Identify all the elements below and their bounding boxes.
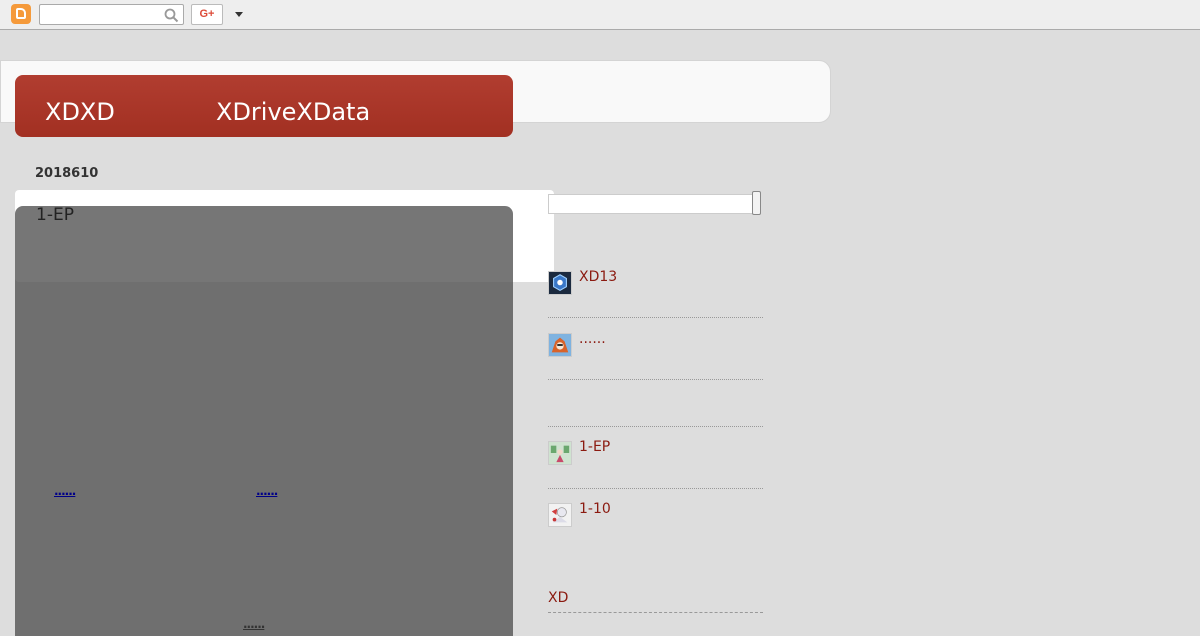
sidebar-section-heading: XD <box>548 590 569 606</box>
hexagon-thumb-icon[interactable] <box>548 271 572 295</box>
character-thumb-icon[interactable] <box>548 333 572 357</box>
post-date: 2018610 <box>35 166 99 181</box>
sidebar-search[interactable] <box>548 194 760 216</box>
google-plus-button[interactable]: G+ <box>191 4 223 25</box>
divider <box>548 488 763 489</box>
sidebar-item-label[interactable]: ...... <box>579 331 606 347</box>
top-navbar: G+ <box>0 0 1200 30</box>
divider <box>548 426 763 427</box>
blogger-icon[interactable] <box>11 4 31 24</box>
navbar-search[interactable] <box>39 4 184 25</box>
post-title[interactable]: 1-EP <box>36 205 74 225</box>
sidebar-search-input[interactable] <box>549 197 759 216</box>
chevron-down-icon[interactable] <box>235 12 243 17</box>
search-icon[interactable] <box>164 8 179 23</box>
post-link[interactable]: ...... <box>256 484 278 498</box>
post-image-overlay <box>15 206 513 636</box>
section-divider <box>548 612 763 613</box>
blog-title-banner[interactable]: XDXD XDriveXData <box>15 75 513 137</box>
blog-title-right[interactable]: XDriveXData <box>216 97 370 127</box>
blog-title-left[interactable]: XDXD <box>45 97 115 127</box>
divider <box>548 379 763 380</box>
divider <box>548 317 763 318</box>
sidebar-item-label[interactable]: 1-10 <box>579 501 611 517</box>
scene-thumb-icon[interactable] <box>548 441 572 465</box>
post-link[interactable]: ...... <box>54 484 76 498</box>
navbar-search-input[interactable] <box>44 7 162 22</box>
character-thumb-2-icon[interactable] <box>548 503 572 527</box>
sidebar-search-button[interactable] <box>752 191 761 215</box>
sidebar-item-label[interactable]: XD13 <box>579 269 617 285</box>
sidebar-item-label[interactable]: 1-EP <box>579 439 610 455</box>
post-link[interactable]: ...... <box>243 617 265 631</box>
